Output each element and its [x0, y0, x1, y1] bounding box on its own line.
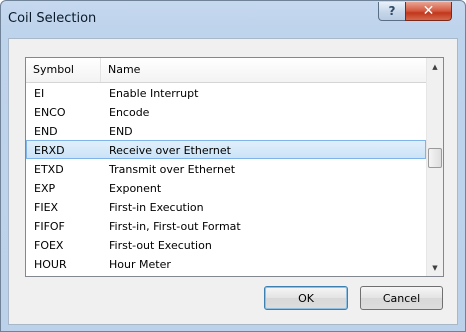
vertical-scrollbar[interactable]: ▲ ▼ — [426, 58, 443, 276]
symbol-cell: HOUR — [34, 258, 67, 271]
column-header-name[interactable]: Name — [108, 58, 140, 82]
list-item[interactable]: HOUR Hour Meter — [26, 254, 426, 273]
help-button[interactable]: ? — [378, 2, 406, 21]
up-arrow-icon: ▲ — [432, 62, 438, 71]
scroll-down-button[interactable]: ▼ — [427, 259, 443, 276]
name-cell: Exponent — [109, 182, 162, 195]
scroll-up-button[interactable]: ▲ — [427, 58, 443, 75]
name-cell: Receive over Ethernet — [109, 144, 231, 157]
symbol-cell: ERXD — [34, 144, 65, 157]
list-item[interactable]: ETXD Transmit over Ethernet — [26, 159, 426, 178]
name-cell: First-out Execution — [109, 239, 212, 252]
list-item[interactable]: FOEX First-out Execution — [26, 235, 426, 254]
name-cell: Encode — [109, 106, 150, 119]
title-bar: Coil Selection ? ✕ — [1, 1, 465, 37]
list-item[interactable]: FIFOF First-in, First-out Format — [26, 216, 426, 235]
close-icon: ✕ — [422, 3, 435, 19]
cancel-button-label: Cancel — [382, 291, 421, 305]
name-cell: Hour Meter — [109, 258, 171, 271]
symbol-cell: ENCO — [34, 106, 66, 119]
list-item[interactable]: ENCO Encode — [26, 102, 426, 121]
coil-selection-dialog: Coil Selection ? ✕ Symbol Name EI Enable … — [0, 0, 466, 332]
cancel-button[interactable]: Cancel — [360, 286, 443, 310]
list-item[interactable]: FIEX First-in Execution — [26, 197, 426, 216]
coil-list[interactable]: Symbol Name EI Enable Interrupt ENCO Encode… — [25, 57, 444, 277]
help-icon: ? — [388, 4, 396, 18]
symbol-cell: END — [34, 125, 58, 138]
ok-button-label: OK — [298, 291, 314, 305]
symbol-cell: ETXD — [34, 163, 64, 176]
symbol-cell: EXP — [34, 182, 56, 195]
list-item[interactable]: EXP Exponent — [26, 178, 426, 197]
list-item[interactable]: ERXD Receive over Ethernet — [26, 140, 426, 159]
name-cell: END — [109, 125, 133, 138]
close-button[interactable]: ✕ — [405, 2, 452, 21]
symbol-cell: FIEX — [34, 201, 59, 214]
down-arrow-icon: ▼ — [432, 263, 438, 272]
list-item[interactable]: END END — [26, 121, 426, 140]
list-rows: EI Enable Interrupt ENCO Encode END END ERXD Re… — [26, 83, 426, 273]
symbol-cell: EI — [34, 87, 45, 100]
column-header-symbol[interactable]: Symbol — [33, 58, 74, 82]
dialog-body: Symbol Name EI Enable Interrupt ENCO Encode… — [8, 38, 458, 325]
dialog-title: Coil Selection — [8, 11, 97, 26]
name-cell: First-in, First-out Format — [109, 220, 241, 233]
list-item[interactable]: EI Enable Interrupt — [26, 83, 426, 102]
list-header: Symbol Name — [26, 58, 426, 83]
name-cell: Enable Interrupt — [109, 87, 199, 100]
symbol-cell: FIFOF — [34, 220, 65, 233]
name-cell: Transmit over Ethernet — [109, 163, 236, 176]
column-divider[interactable] — [100, 58, 101, 82]
ok-button[interactable]: OK — [264, 286, 348, 310]
name-cell: First-in Execution — [109, 201, 204, 214]
symbol-cell: FOEX — [34, 239, 64, 252]
scrollbar-thumb[interactable] — [428, 148, 442, 168]
